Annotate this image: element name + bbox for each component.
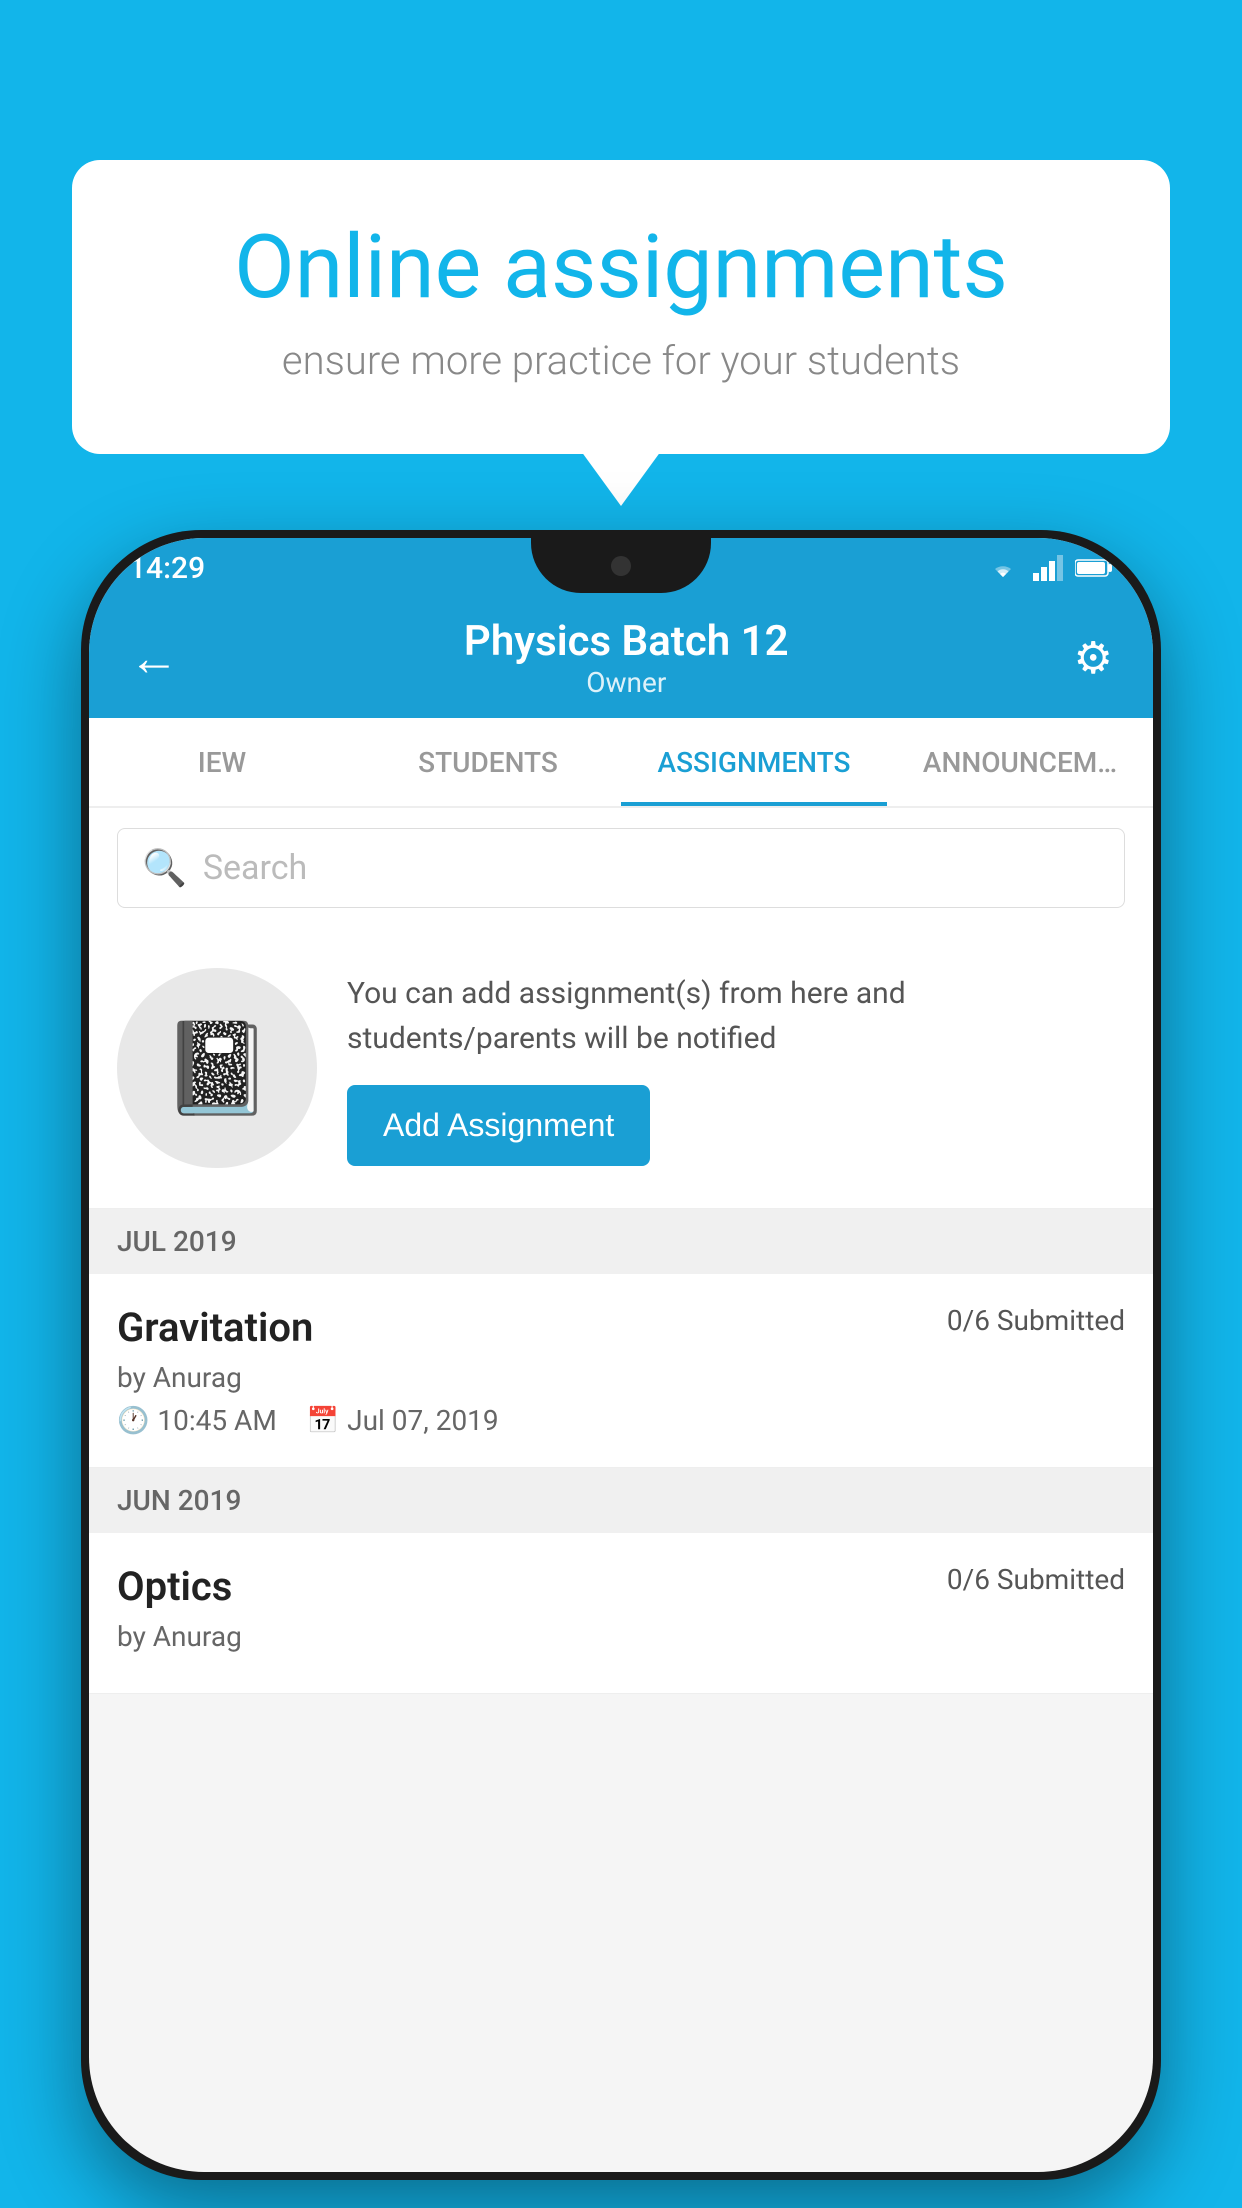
signal-icon [1033, 555, 1063, 581]
bubble-subtitle: ensure more practice for your students [152, 337, 1090, 384]
empty-state: 📓 You can add assignment(s) from here an… [89, 928, 1153, 1209]
bubble-title: Online assignments [152, 220, 1090, 317]
assignment-by: by Anurag [117, 1361, 1125, 1394]
assignment-header: Gravitation 0/6 Submitted [117, 1304, 1125, 1351]
section-header-jun: JUN 2019 [89, 1468, 1153, 1533]
phone-screen: 14:29 [89, 538, 1153, 2172]
clock-icon: 🕐 [117, 1406, 149, 1436]
search-box[interactable]: 🔍 Search [117, 828, 1125, 908]
back-button[interactable]: ← [129, 629, 179, 688]
assignment-submitted: 0/6 Submitted [947, 1304, 1125, 1337]
tab-assignments[interactable]: ASSIGNMENTS [621, 718, 887, 806]
add-assignment-button[interactable]: Add Assignment [347, 1085, 650, 1166]
app-bar-title-area: Physics Batch 12 Owner [179, 617, 1074, 699]
app-bar: ← Physics Batch 12 Owner ⚙ [89, 598, 1153, 718]
assignment-item-optics[interactable]: Optics 0/6 Submitted by Anurag [89, 1533, 1153, 1694]
section-header-jul: JUL 2019 [89, 1209, 1153, 1274]
assignment-time: 🕐 10:45 AM [117, 1404, 277, 1437]
wifi-icon [985, 555, 1021, 581]
assignment-date-value: Jul 07, 2019 [347, 1404, 499, 1437]
tab-iew[interactable]: IEW [89, 718, 355, 806]
notebook-icon: 📓 [161, 1016, 273, 1121]
search-container: 🔍 Search [89, 808, 1153, 928]
assignment-submitted-optics: 0/6 Submitted [947, 1563, 1125, 1596]
tab-bar: IEW STUDENTS ASSIGNMENTS ANNOUNCEM… [89, 718, 1153, 808]
assignment-by-optics: by Anurag [117, 1620, 1125, 1653]
empty-description: You can add assignment(s) from here and … [347, 971, 1125, 1061]
camera [611, 556, 631, 576]
status-bar: 14:29 [89, 538, 1153, 598]
assignment-time-value: 10:45 AM [157, 1404, 276, 1437]
speech-bubble: Online assignments ensure more practice … [72, 160, 1170, 454]
phone-frame: 14:29 [81, 530, 1161, 2180]
status-time: 14:29 [129, 551, 205, 586]
batch-title: Physics Batch 12 [179, 617, 1074, 666]
assignment-item-gravitation[interactable]: Gravitation 0/6 Submitted by Anurag 🕐 10… [89, 1274, 1153, 1468]
assignment-date: 📅 Jul 07, 2019 [307, 1404, 499, 1437]
search-icon: 🔍 [142, 847, 187, 889]
tab-announcements[interactable]: ANNOUNCEM… [887, 718, 1153, 806]
promo-card: Online assignments ensure more practice … [72, 160, 1170, 454]
battery-icon [1075, 557, 1113, 579]
empty-text-area: You can add assignment(s) from here and … [347, 971, 1125, 1166]
assignment-meta: 🕐 10:45 AM 📅 Jul 07, 2019 [117, 1404, 1125, 1437]
notch [531, 538, 711, 593]
assignment-header-optics: Optics 0/6 Submitted [117, 1563, 1125, 1610]
search-input[interactable]: Search [203, 848, 307, 888]
batch-subtitle: Owner [179, 666, 1074, 699]
settings-button[interactable]: ⚙ [1074, 632, 1113, 684]
tab-students[interactable]: STUDENTS [355, 718, 621, 806]
empty-icon: 📓 [117, 968, 317, 1168]
calendar-icon: 📅 [307, 1406, 339, 1436]
status-icons [985, 555, 1113, 581]
assignment-name-optics: Optics [117, 1563, 232, 1610]
assignment-name: Gravitation [117, 1304, 313, 1351]
